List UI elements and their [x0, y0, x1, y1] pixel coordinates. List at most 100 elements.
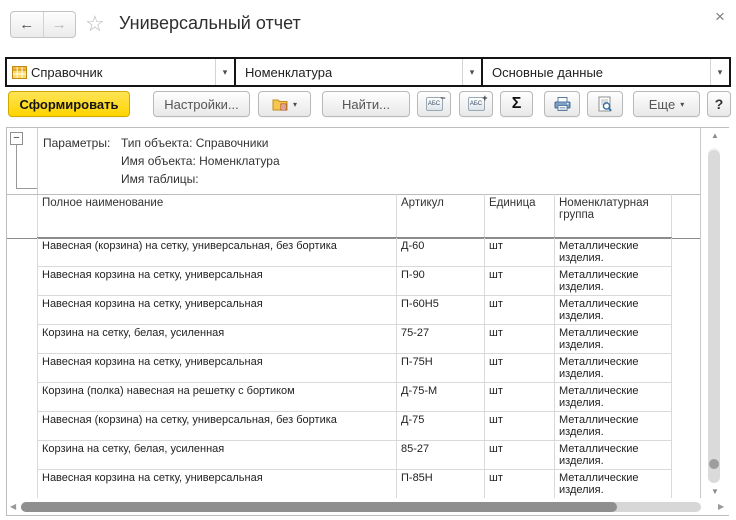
object-name-select[interactable]: Номенклатура ▾	[234, 59, 481, 85]
cell-article[interactable]: П-75Н	[397, 354, 485, 383]
cell-unit[interactable]: шт	[485, 238, 555, 267]
cell-article[interactable]: 85-27	[397, 441, 485, 470]
report-parameters: Параметры: Тип объекта: Справочники Имя …	[43, 136, 280, 190]
col-header-group[interactable]: Номенклатурная группа	[555, 195, 672, 238]
report-variants-button[interactable]: ▾	[258, 91, 311, 117]
table-row[interactable]: Навесная корзина на сетку, универсальная…	[38, 354, 672, 383]
cell-article[interactable]: Д-75-М	[397, 383, 485, 412]
cell-unit[interactable]: шт	[485, 267, 555, 296]
scroll-right-icon[interactable]: ▶	[718, 502, 724, 511]
preview-button[interactable]	[587, 91, 623, 117]
chevron-down-icon[interactable]: ▾	[215, 59, 234, 85]
table-row[interactable]: Корзина на сетку, белая, усиленная 75-27…	[38, 325, 672, 354]
cell-group[interactable]: Металлические изделия.	[555, 412, 672, 441]
cell-full-name[interactable]: Навесная (корзина) на сетку, универсальн…	[38, 238, 397, 267]
sum-sigma-button[interactable]: Σ	[500, 91, 533, 117]
table-row[interactable]: Навесная корзина на сетку, универсальная…	[38, 267, 672, 296]
cell-group[interactable]: Металлические изделия.	[555, 441, 672, 470]
cell-group[interactable]: Металлические изделия.	[555, 470, 672, 499]
cell-group[interactable]: Металлические изделия.	[555, 354, 672, 383]
cell-group[interactable]: Металлические изделия.	[555, 383, 672, 412]
expand-groups-button[interactable]: АБС +	[459, 91, 493, 117]
cell-full-name[interactable]: Навесная корзина на сетку, универсальная	[38, 267, 397, 296]
cell-full-name[interactable]: Корзина на сетку, белая, усиленная	[38, 441, 397, 470]
help-button[interactable]: ?	[707, 91, 731, 117]
generate-button[interactable]: Сформировать	[8, 91, 130, 117]
table-row[interactable]: Навесная (корзина) на сетку, универсальн…	[38, 412, 672, 441]
horizontal-scroll-thumb[interactable]	[21, 502, 617, 512]
report-object-selectors: Справочник ▾ Номенклатура ▾ Основные дан…	[5, 57, 731, 87]
table-row[interactable]: Навесная корзина на сетку, универсальная…	[38, 470, 672, 499]
horizontal-scrollbar[interactable]: ◀ ▶	[7, 498, 730, 515]
find-button[interactable]: Найти...	[322, 91, 410, 117]
abc-expand-icon: АБС +	[468, 97, 485, 111]
abc-collapse-icon: АБС −	[426, 97, 443, 111]
close-icon[interactable]: ×	[711, 7, 729, 27]
catalog-table-icon	[12, 66, 27, 79]
back-button[interactable]: ←	[11, 12, 44, 37]
report-spreadsheet: − Параметры: Тип объекта: Справочники Им…	[6, 127, 729, 516]
collapse-groups-button[interactable]: АБС −	[417, 91, 451, 117]
cell-unit[interactable]: шт	[485, 296, 555, 325]
scroll-down-icon[interactable]: ▼	[710, 487, 720, 496]
parameter-table-name[interactable]: Имя таблицы:	[121, 172, 280, 186]
forward-button[interactable]: →	[44, 12, 76, 37]
cell-article[interactable]: П-60Н5	[397, 296, 485, 325]
cell-article[interactable]: Д-60	[397, 238, 485, 267]
vertical-scroll-thumb[interactable]	[708, 150, 720, 483]
col-header-full-name[interactable]: Полное наименование	[38, 195, 397, 238]
more-button[interactable]: Еще ▾	[633, 91, 700, 117]
universal-report-window: ← → ☆ Универсальный отчет × Справочник ▾…	[0, 0, 736, 520]
cell-group[interactable]: Металлические изделия.	[555, 296, 672, 325]
chevron-down-icon: ▾	[680, 100, 684, 109]
data-kind-select[interactable]: Основные данные ▾	[481, 59, 729, 85]
cell-full-name[interactable]: Корзина (полка) навесная на решетку с бо…	[38, 383, 397, 412]
folder-icon	[272, 97, 288, 111]
cell-full-name[interactable]: Навесная корзина на сетку, универсальная	[38, 354, 397, 383]
cell-article[interactable]: Д-75	[397, 412, 485, 441]
object-type-select[interactable]: Справочник ▾	[7, 59, 234, 85]
group-outline-line	[16, 188, 37, 189]
cell-article[interactable]: 75-27	[397, 325, 485, 354]
cell-group[interactable]: Металлические изделия.	[555, 267, 672, 296]
cell-group[interactable]: Металлические изделия.	[555, 238, 672, 267]
parameters-label[interactable]: Параметры:	[43, 136, 121, 190]
print-button[interactable]	[544, 91, 580, 117]
cell-full-name[interactable]: Навесная (корзина) на сетку, универсальн…	[38, 412, 397, 441]
cell-article[interactable]: П-90	[397, 267, 485, 296]
settings-button[interactable]: Настройки...	[153, 91, 250, 117]
cell-unit[interactable]: шт	[485, 470, 555, 499]
col-header-unit[interactable]: Единица	[485, 195, 555, 238]
chevron-down-icon[interactable]: ▾	[462, 59, 481, 85]
scroll-up-icon[interactable]: ▲	[710, 131, 720, 140]
collapse-group-toggle[interactable]: −	[10, 132, 23, 145]
outline-gutter-border	[37, 128, 38, 194]
scroll-left-icon[interactable]: ◀	[10, 502, 16, 511]
cell-full-name[interactable]: Корзина на сетку, белая, усиленная	[38, 325, 397, 354]
printer-icon	[554, 96, 571, 112]
cell-full-name[interactable]: Навесная корзина на сетку, универсальная	[38, 296, 397, 325]
cell-unit[interactable]: шт	[485, 441, 555, 470]
scroll-position-dot[interactable]	[709, 459, 719, 469]
table-row[interactable]: Корзина (полка) навесная на решетку с бо…	[38, 383, 672, 412]
cell-unit[interactable]: шт	[485, 354, 555, 383]
titlebar: ← → ☆ Универсальный отчет ×	[0, 0, 736, 52]
table-row[interactable]: Навесная (корзина) на сетку, универсальн…	[38, 238, 672, 267]
table-row[interactable]: Корзина на сетку, белая, усиленная 85-27…	[38, 441, 672, 470]
parameter-object-name[interactable]: Имя объекта: Номенклатура	[121, 154, 280, 168]
cell-unit[interactable]: шт	[485, 325, 555, 354]
cell-article[interactable]: П-85Н	[397, 470, 485, 499]
cell-unit[interactable]: шт	[485, 383, 555, 412]
chevron-down-icon[interactable]: ▾	[710, 59, 729, 85]
table-row[interactable]: Навесная корзина на сетку, универсальная…	[38, 296, 672, 325]
cell-full-name[interactable]: Навесная корзина на сетку, универсальная	[38, 470, 397, 499]
group-outline-line	[16, 145, 17, 189]
cell-unit[interactable]: шт	[485, 412, 555, 441]
object-name-value: Номенклатура	[245, 65, 332, 80]
data-kind-value: Основные данные	[492, 65, 603, 80]
parameter-object-type[interactable]: Тип объекта: Справочники	[121, 136, 280, 150]
col-header-article[interactable]: Артикул	[397, 195, 485, 238]
cell-group[interactable]: Металлические изделия.	[555, 325, 672, 354]
favorite-star-icon[interactable]: ☆	[85, 12, 105, 36]
vertical-scrollbar[interactable]: ▲ ▼	[701, 128, 730, 499]
